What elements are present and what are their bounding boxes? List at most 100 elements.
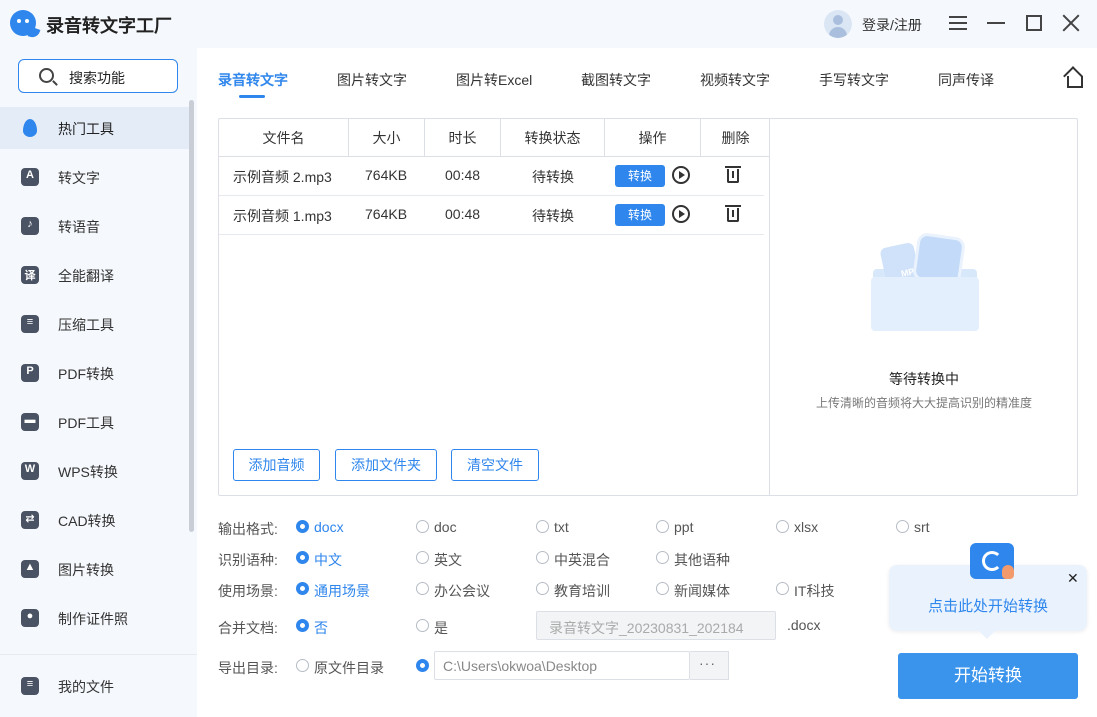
start-convert-button[interactable]: 开始转换 [898,653,1078,699]
scene-news-label[interactable]: 新闻媒体 [674,581,730,601]
export-original-radio[interactable] [296,659,309,672]
merge-yes-radio[interactable] [416,619,429,632]
file-table: 文件名 大小 时长 转换状态 操作 删除 示例音频 2.mp3 764KB 00… [219,119,770,495]
language-other-radio[interactable] [656,551,669,564]
preview-subtitle: 上传清晰的音频将大大提高识别的精准度 [815,396,1032,410]
file-size: 764KB [365,167,408,183]
wps-icon: W [21,462,39,480]
format-srt-label[interactable]: srt [914,519,930,535]
sidebar-item-image-convert[interactable]: ▲ 图片转换 [0,548,190,590]
scene-general-label[interactable]: 通用场景 [314,581,370,601]
scene-news-radio[interactable] [656,582,669,595]
sidebar-item-label: PDF工具 [58,415,114,431]
add-audio-button[interactable]: 添加音频 [233,449,320,481]
play-icon[interactable] [672,205,690,223]
merge-filename-field[interactable]: 录音转文字_20230831_202184 [536,611,776,640]
scene-it-radio[interactable] [776,582,789,595]
voice-icon: ♪ [21,217,39,235]
compress-icon: ≡ [21,315,39,333]
column-header-action: 操作 [605,119,701,157]
format-xlsx-radio[interactable] [776,520,789,533]
maximize-icon[interactable] [1023,12,1045,34]
sidebar-item-pdf-convert[interactable]: P PDF转换 [0,352,190,394]
language-mixed-label[interactable]: 中英混合 [554,550,610,570]
tab-simultaneous-interpretation[interactable]: 同声传译 [938,70,994,90]
language-chinese-label[interactable]: 中文 [314,550,342,570]
close-icon[interactable] [1060,12,1082,34]
sidebar-item-compress[interactable]: ≡ 压缩工具 [0,303,190,345]
search-function-button[interactable]: 搜索功能 [18,59,178,93]
format-doc-radio[interactable] [416,520,429,533]
tab-image-to-excel[interactable]: 图片转Excel [456,70,532,90]
trash-icon[interactable] [725,166,741,183]
trash-icon[interactable] [725,205,741,222]
sidebar-item-my-files[interactable]: ≡ 我的文件 [0,665,190,707]
table-row: 示例音频 2.mp3 764KB 00:48 待转换 转换 [219,157,764,196]
close-icon[interactable]: ✕ [1067,570,1079,587]
export-original-label[interactable]: 原文件目录 [314,658,384,678]
clear-files-button[interactable]: 清空文件 [451,449,539,481]
sidebar-item-label: WPS转换 [58,464,118,480]
format-txt-radio[interactable] [536,520,549,533]
format-doc-label[interactable]: doc [434,519,457,535]
preview-area: MP 等待转换中 上传清晰的音频将大大提高识别的精准度 [771,119,1077,495]
file-duration: 00:48 [445,167,481,183]
format-ppt-label[interactable]: ppt [674,519,693,535]
sidebar-item-hot-tools[interactable]: 热门工具 [0,107,190,149]
tab-image-to-text[interactable]: 图片转文字 [337,70,407,90]
user-avatar-icon[interactable] [824,10,852,38]
format-xlsx-label[interactable]: xlsx [794,519,818,535]
format-docx-radio[interactable] [296,520,309,533]
format-srt-radio[interactable] [896,520,909,533]
merge-yes-label[interactable]: 是 [434,618,448,638]
scene-education-label[interactable]: 教育培训 [554,581,610,601]
sidebar-item-translate[interactable]: 译 全能翻译 [0,254,190,296]
play-icon[interactable] [672,166,690,184]
file-size: 764KB [365,206,408,222]
scene-education-radio[interactable] [536,582,549,595]
scene-meeting-label[interactable]: 办公会议 [434,581,490,601]
sidebar-item-label: 全能翻译 [58,268,114,284]
language-english-radio[interactable] [416,551,429,564]
language-chinese-radio[interactable] [296,551,309,564]
language-other-label[interactable]: 其他语种 [674,550,730,570]
language-mixed-radio[interactable] [536,551,549,564]
sidebar-item-to-text[interactable]: A 转文字 [0,156,190,198]
export-custom-radio[interactable] [416,659,429,672]
export-path-field[interactable]: C:\Users\okwoa\Desktop [434,651,690,680]
language-english-label[interactable]: 英文 [434,550,462,570]
scene-general-radio[interactable] [296,582,309,595]
scene-meeting-radio[interactable] [416,582,429,595]
login-register-link[interactable]: 登录/注册 [862,15,922,35]
convert-button[interactable]: 转换 [615,165,665,187]
merge-no-label[interactable]: 否 [314,618,328,638]
tab-audio-to-text[interactable]: 录音转文字 [218,70,288,90]
convert-refresh-icon [970,543,1014,579]
minimize-icon[interactable] [985,12,1007,34]
sidebar-item-label: CAD转换 [58,513,116,529]
home-icon[interactable] [1063,68,1083,88]
scene-label: 使用场景: [218,583,278,599]
pdf-convert-icon: P [21,364,39,382]
format-ppt-radio[interactable] [656,520,669,533]
scene-it-label[interactable]: IT科技 [794,581,834,601]
sidebar-item-cad-convert[interactable]: ⇄ CAD转换 [0,499,190,541]
table-row: 示例音频 1.mp3 764KB 00:48 待转换 转换 [219,196,764,235]
tab-handwriting-to-text[interactable]: 手写转文字 [819,70,889,90]
sidebar-item-id-photo[interactable]: ● 制作证件照 [0,597,190,639]
add-folder-button[interactable]: 添加文件夹 [335,449,437,481]
sidebar-item-wps-convert[interactable]: W WPS转换 [0,450,190,492]
sidebar-scrollbar[interactable] [189,100,194,532]
convert-button[interactable]: 转换 [615,204,665,226]
browse-button[interactable]: ··· [690,651,729,680]
format-docx-label[interactable]: docx [314,519,344,535]
menu-icon[interactable] [947,12,969,34]
sidebar-item-to-voice[interactable]: ♪ 转语音 [0,205,190,247]
format-txt-label[interactable]: txt [554,519,569,535]
merge-no-radio[interactable] [296,619,309,632]
sidebar-item-pdf-tools[interactable]: ▬ PDF工具 [0,401,190,443]
tab-video-to-text[interactable]: 视频转文字 [700,70,770,90]
file-duration: 00:48 [445,206,481,222]
tab-screenshot-to-text[interactable]: 截图转文字 [581,70,651,90]
flame-icon [21,119,39,137]
